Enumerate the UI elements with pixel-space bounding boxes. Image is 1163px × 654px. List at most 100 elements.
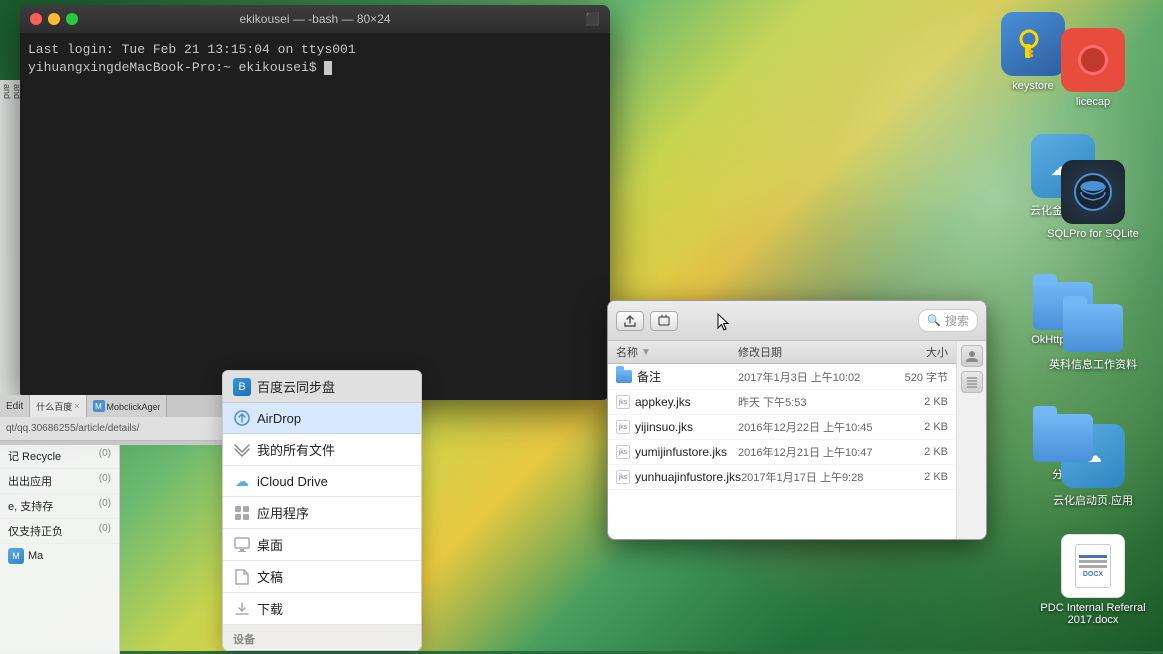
file-row-3[interactable]: jks yumijinfustore.jks 2016年12月21日 上午10:… [608,440,956,465]
terminal-titlebar: ekikousei — -bash — 80×24 ⬛ [20,5,610,33]
col-header-size[interactable]: 大小 [893,344,948,360]
list-view-button[interactable] [961,371,983,393]
file-row-1[interactable]: jks appkey.jks 昨天 下午5:53 2 KB [608,390,956,415]
jks-icon-3: jks [616,445,630,459]
finder-file-list[interactable]: 名称 ▼ 修改日期 大小 备注 2017年1月3日 上午10:02 520 字节 [608,341,956,539]
yingke-label: 英科信息工作资料 [1049,356,1137,372]
desktop-icon-pdc[interactable]: DOCX PDC Internal Referral 2017.docx [1033,526,1153,634]
file-row-4[interactable]: jks yunhuajinfustore.jks 2017年1月17日 上午9:… [608,465,956,490]
file-row-2[interactable]: jks yijinsuo.jks 2016年12月22日 上午10:45 2 K… [608,415,956,440]
terminal-line-1: Last login: Tue Feb 21 13:15:04 on ttys0… [28,41,602,59]
file-size-0: 520 字节 [893,369,948,385]
finder-share-button[interactable] [616,311,644,331]
sidebar-icloud-item[interactable]: ☁ iCloud Drive [223,466,421,497]
jks-icon-2: jks [616,420,630,434]
browser-tab-edit1[interactable]: Edit [0,395,30,417]
licecap-label: licecap [1076,96,1110,108]
baidu-label: 百度云同步盘 [257,377,335,396]
file-size-4: 2 KB [894,471,948,483]
finder-body: 名称 ▼ 修改日期 大小 备注 2017年1月3日 上午10:02 520 字节 [608,341,986,539]
file-name-1: jks appkey.jks [616,395,738,409]
col-header-date[interactable]: 修改日期 [738,344,893,360]
browser-tabs-row: Edit 什么百度 × M MobclickAgent——友 [0,395,230,417]
apps-icon [233,504,251,522]
sidebar-downloads-item[interactable]: 下载 [223,593,421,625]
file-name-2: jks yijinsuo.jks [616,420,738,434]
finder-toolbar: 🔍 搜索 [608,301,986,341]
file-date-0: 2017年1月3日 上午10:02 [738,369,893,385]
maximize-button[interactable] [66,13,78,25]
file-row-0[interactable]: 备注 2017年1月3日 上午10:02 520 字节 [608,364,956,390]
desktop-icons: keystore licecap ☁ 云化金股切图 SQLPro for SQL… [963,0,1163,638]
file-date-1: 昨天 下午5:53 [738,394,893,410]
sidebar-docs-item[interactable]: 文稿 [223,561,421,593]
myfiles-label: 我的所有文件 [257,440,335,459]
myfiles-icon [233,441,251,459]
list-item-negative[interactable]: 仅支持正负 (0) [0,519,119,544]
sidebar-airdrop-item[interactable]: AirDrop [223,403,421,434]
jks-icon-1: jks [616,395,630,409]
file-size-1: 2 KB [893,396,948,408]
desktop-label: 桌面 [257,535,283,554]
sidebar-desktop-item[interactable]: 桌面 [223,529,421,561]
downloads-icon [233,600,251,618]
terminal-window: ekikousei — -bash — 80×24 ⬛ Last login: … [20,5,610,400]
file-date-3: 2016年12月21日 上午10:47 [738,444,893,460]
finder-right-controls [956,341,986,539]
close-button[interactable] [30,13,42,25]
terminal-split-icon: ⬛ [585,12,600,26]
browser-url-bar[interactable]: qt/qq.30686255/article/details/ [0,417,230,441]
terminal-title: ekikousei — -bash — 80×24 [239,12,390,26]
devices-section-header: 设备 [223,625,421,649]
sqlpro-label: SQLPro for SQLite [1047,228,1139,240]
file-name-3: jks yumijinfustore.jks [616,445,738,459]
icloud-label: iCloud Drive [257,474,328,489]
minimize-button[interactable] [48,13,60,25]
list-item-recycle[interactable]: 记 Recycle (0) [0,444,119,469]
airdrop-icon [233,409,251,427]
licecap-icon [1061,28,1125,92]
mobclick-favicon: M [93,400,105,412]
file-size-3: 2 KB [893,446,948,458]
list-item-support[interactable]: e, 支持存 (0) [0,494,119,519]
col-header-name[interactable]: 名称 ▼ [616,344,738,360]
terminal-line-2: yihuangxingdeMacBook-Pro:~ ekikousei$ [28,59,602,77]
left-edge-labels: Edit Edit android: 文本 and and and and an… [0,80,22,121]
file-name-4: jks yunhuajinfustore.jks [616,470,741,484]
browser-tabs-container: Edit 什么百度 × M MobclickAgent——友 qt/qq.306… [0,395,230,445]
sidebar-apps-item[interactable]: 应用程序 [223,497,421,529]
finder-search-box[interactable]: 🔍 搜索 [918,309,978,332]
docs-label: 文稿 [257,567,283,586]
browser-tab-mobclick[interactable]: M MobclickAgent——友 [87,395,167,417]
tab-close-icon[interactable]: × [74,401,79,411]
sidebar-baidu-item[interactable]: B 百度云同步盘 [223,371,421,403]
folder-icon-0 [616,370,632,383]
file-date-2: 2016年12月22日 上午10:45 [738,419,893,435]
airdrop-label: AirDrop [257,411,301,426]
file-date-4: 2017年1月17日 上午9:28 [741,469,894,485]
sidebar-myfiles-item[interactable]: 我的所有文件 [223,434,421,466]
keystore-label: keystore [1012,80,1054,92]
docs-icon [233,568,251,586]
contact-button[interactable] [961,345,983,367]
terminal-controls: ⬛ [585,12,600,26]
list-item-export-app[interactable]: 出出应用 (0) [0,469,119,494]
browser-tab-baidu[interactable]: 什么百度 × [30,395,86,417]
pdc-docx-label: PDC Internal Referral 2017.docx [1037,602,1149,626]
jks-icon-4: jks [616,470,630,484]
list-item-ma[interactable]: M Ma [0,544,119,568]
traffic-lights [30,13,78,25]
finder-main-window: 🔍 搜索 名称 ▼ 修改日期 大小 备注 [607,300,987,540]
terminal-body[interactable]: Last login: Tue Feb 21 13:15:04 on ttys0… [20,33,610,400]
finder-sidebar-panel: B 百度云同步盘 AirDrop 我的所有文件 ☁ iCloud Drive [222,370,422,651]
finder-tag-button[interactable] [650,311,678,331]
sort-icon: ▼ [641,347,651,358]
sqlpro-icon [1061,160,1125,224]
yunhua-app-label: 云化启动页.应用 [1053,492,1133,508]
yingke-folder-icon [1061,288,1125,352]
baidu-icon: B [233,378,251,396]
keystore-icon [1001,12,1065,76]
icloud-icon: ☁ [233,472,251,490]
terminal-prompt: yihuangxingdeMacBook-Pro:~ ekikousei$ [28,60,317,75]
search-icon: 🔍 [927,314,941,327]
